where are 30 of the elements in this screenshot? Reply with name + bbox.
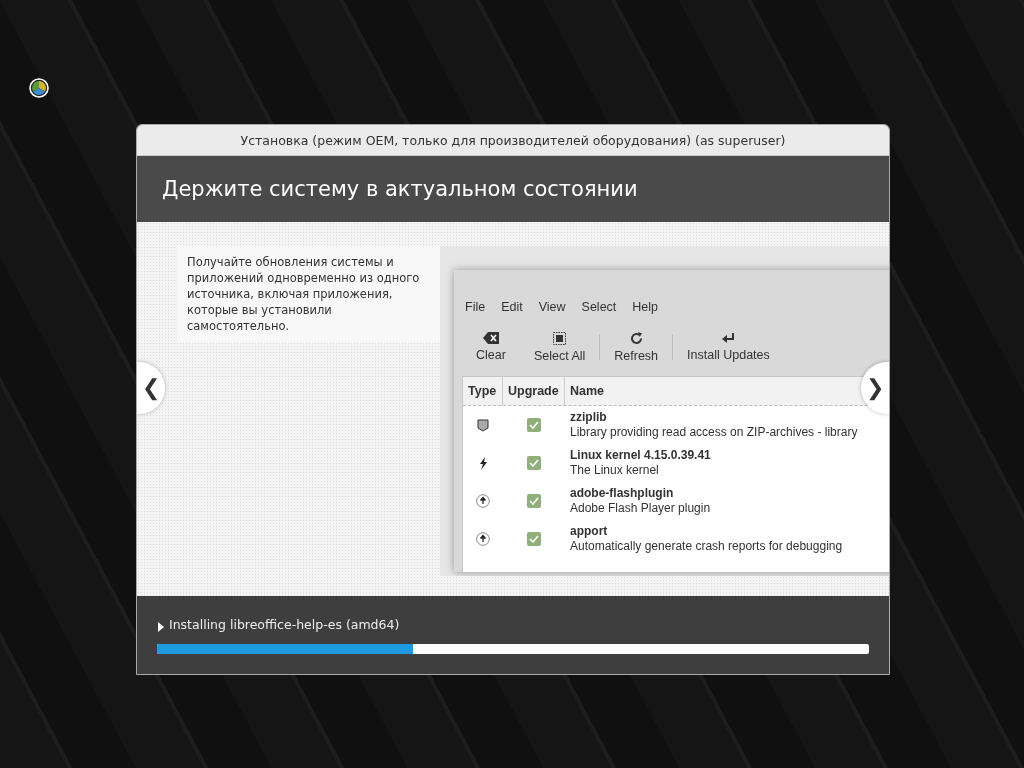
menu-item[interactable]: Edit bbox=[494, 300, 530, 320]
column-header[interactable]: Name bbox=[565, 377, 610, 405]
toolbar-button[interactable]: Refresh bbox=[600, 331, 673, 363]
checkbox[interactable] bbox=[527, 532, 541, 546]
logo-icon[interactable] bbox=[29, 78, 49, 98]
package-description: Library providing read access on ZIP-archives - library bbox=[570, 425, 858, 440]
package-description: Automatically generate crash reports for debugging bbox=[570, 539, 843, 554]
package-name: adobe-flashplugin bbox=[570, 486, 675, 501]
menu-item[interactable]: View bbox=[531, 300, 573, 320]
checkbox[interactable] bbox=[527, 418, 541, 432]
package-name: Linux kernel 4.15.0.39.41 bbox=[570, 448, 711, 463]
column-header[interactable]: Type bbox=[463, 377, 503, 405]
slide-heading: Держите систему в актуальном состоянии bbox=[162, 177, 638, 201]
toolbar-button[interactable]: Clear bbox=[462, 332, 520, 362]
column-header[interactable]: Upgrade bbox=[503, 377, 565, 405]
package-description: Adobe Flash Player plugin bbox=[570, 501, 711, 516]
menu-item[interactable]: Help bbox=[625, 300, 666, 320]
checkbox[interactable] bbox=[527, 494, 541, 508]
toolbar-button[interactable]: Install Updates bbox=[673, 332, 784, 362]
menu-item[interactable]: File bbox=[458, 300, 493, 320]
expander-icon[interactable] bbox=[157, 622, 165, 632]
package-name: zziplib bbox=[570, 410, 608, 425]
package-name: apport bbox=[570, 524, 609, 539]
menu-item[interactable]: Select bbox=[574, 300, 624, 320]
checkbox[interactable] bbox=[527, 456, 541, 470]
install-status: Installing libreoffice-help-es (amd64) bbox=[169, 616, 400, 632]
window-title: Установка (режим OEM, только для производителей оборудования) (as superuser) bbox=[240, 132, 786, 148]
previous-slide-button[interactable]: ❮ bbox=[137, 362, 165, 414]
toolbar-button[interactable]: Select All bbox=[519, 331, 600, 363]
package-description: The Linux kernel bbox=[570, 463, 660, 478]
